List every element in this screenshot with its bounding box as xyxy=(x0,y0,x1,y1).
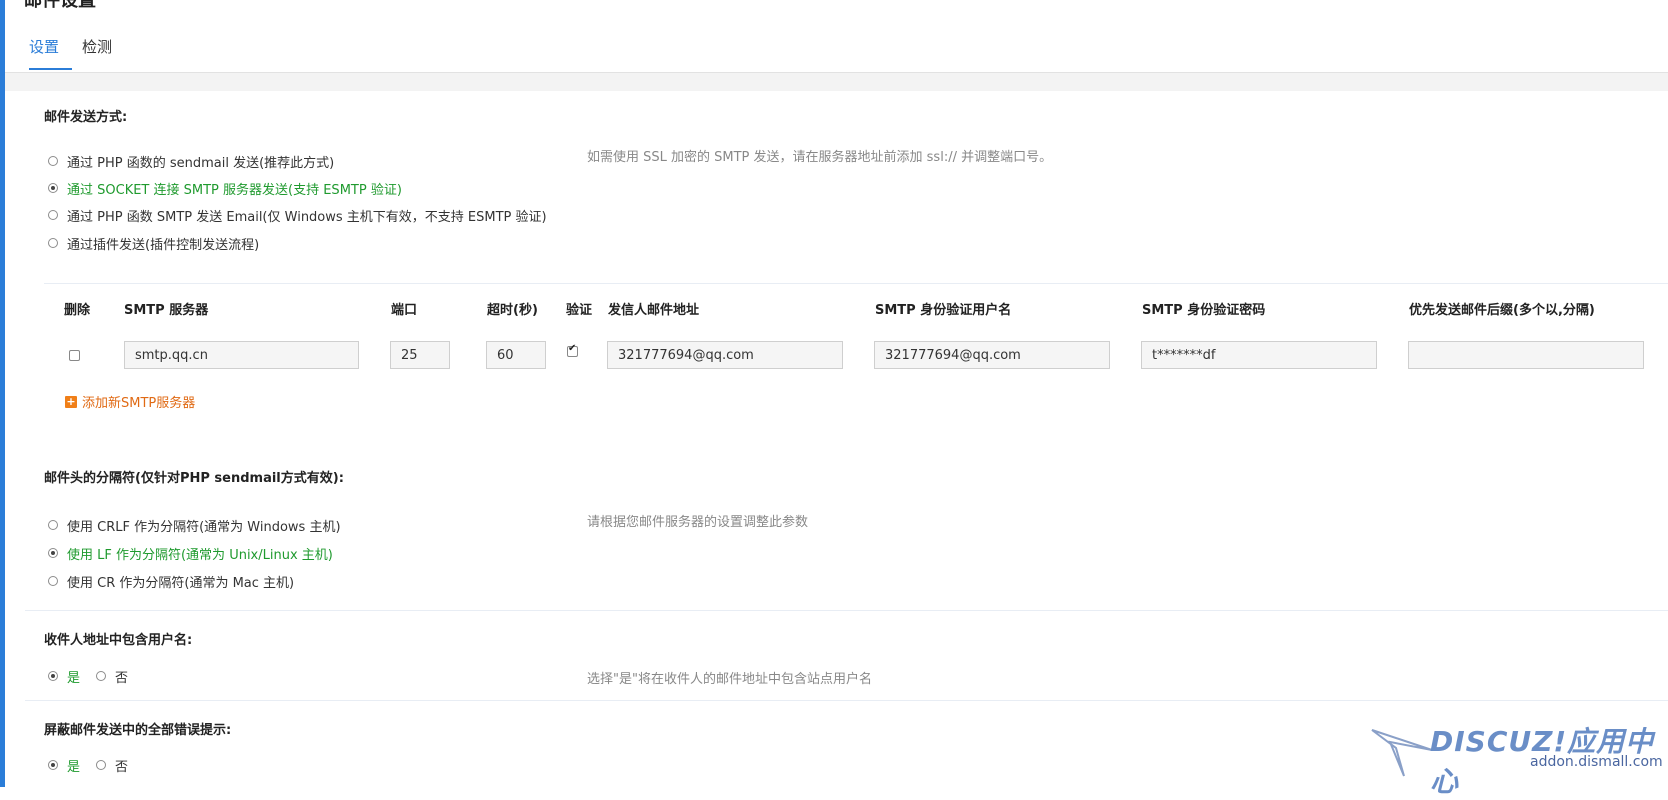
send-method-option-socket[interactable]: 通过 SOCKET 连接 SMTP 服务器发送(支持 ESMTP 验证) xyxy=(48,178,402,198)
priority-suffix-input[interactable] xyxy=(1408,341,1644,369)
header-auth: 验证 xyxy=(566,303,593,318)
no-radio[interactable] xyxy=(96,760,107,770)
option-label: 通过 PHP 函数的 sendmail 发送(推荐此方式) xyxy=(67,155,335,171)
header-timeout: 超时(秒) xyxy=(487,303,538,318)
plus-icon: + xyxy=(65,394,77,408)
radio-button[interactable] xyxy=(48,156,58,166)
yes-label: 是 xyxy=(67,670,81,686)
header-auth-password: SMTP 身份验证密码 xyxy=(1142,303,1266,318)
send-method-option-sendmail[interactable]: 通过 PHP 函数的 sendmail 发送(推荐此方式) xyxy=(48,151,334,171)
delete-checkbox[interactable] xyxy=(69,350,80,361)
table-divider xyxy=(44,283,1668,284)
no-radio[interactable] xyxy=(96,671,107,681)
hide-errors-title: 屏蔽邮件发送中的全部错误提示: xyxy=(44,723,232,738)
send-method-title: 邮件发送方式: xyxy=(44,110,128,125)
tab-settings[interactable]: 设置 xyxy=(29,36,59,57)
page-title: 邮件设置 xyxy=(24,0,96,11)
header-auth-username: SMTP 身份验证用户名 xyxy=(875,303,1012,318)
no-label: 否 xyxy=(115,759,129,775)
divider-strip xyxy=(5,73,1668,91)
add-smtp-server-link[interactable]: + 添加新SMTP服务器 xyxy=(65,392,195,411)
separator-hint: 请根据您邮件服务器的设置调整此参数 xyxy=(587,515,809,530)
auth-checkbox[interactable] xyxy=(567,343,578,357)
tab-bar: 设置 检测 xyxy=(5,0,1668,73)
section-divider xyxy=(25,610,1668,611)
no-label: 否 xyxy=(115,670,129,686)
section-divider xyxy=(25,700,1668,701)
option-label: 通过插件发送(插件控制发送流程) xyxy=(67,237,260,253)
radio-button[interactable] xyxy=(48,238,58,248)
include-username-hint: 选择"是"将在收件人的邮件地址中包含站点用户名 xyxy=(587,672,872,687)
include-username-options: 是 否 xyxy=(48,667,129,686)
separator-option-cr[interactable]: 使用 CR 作为分隔符(通常为 Mac 主机) xyxy=(48,571,294,591)
smtp-server-input[interactable] xyxy=(124,341,359,369)
separator-title: 邮件头的分隔符(仅针对PHP sendmail方式有效): xyxy=(44,471,344,486)
include-username-title: 收件人地址中包含用户名: xyxy=(44,633,193,648)
separator-option-lf[interactable]: 使用 LF 作为分隔符(通常为 Unix/Linux 主机) xyxy=(48,543,333,563)
from-address-input[interactable] xyxy=(607,341,843,369)
radio-button[interactable] xyxy=(48,576,58,586)
header-delete: 删除 xyxy=(64,303,91,318)
header-priority-suffix: 优先发送邮件后缀(多个以,分隔) xyxy=(1409,303,1595,318)
yes-radio[interactable] xyxy=(48,671,58,681)
active-tab-indicator xyxy=(29,68,72,70)
left-accent-bar xyxy=(0,0,5,787)
option-label: 使用 LF 作为分隔符(通常为 Unix/Linux 主机) xyxy=(67,547,333,563)
send-method-option-php-smtp[interactable]: 通过 PHP 函数 SMTP 发送 Email(仅 Windows 主机下有效，… xyxy=(48,205,547,225)
header-port: 端口 xyxy=(391,303,418,318)
option-label: 使用 CRLF 作为分隔符(通常为 Windows 主机) xyxy=(67,519,341,535)
watermark-url: addon.dismall.com xyxy=(1530,754,1663,770)
header-smtp-server: SMTP 服务器 xyxy=(124,303,209,318)
send-method-hint: 如需使用 SSL 加密的 SMTP 发送，请在服务器地址前添加 ssl:// 并… xyxy=(587,150,1053,165)
option-label: 通过 SOCKET 连接 SMTP 服务器发送(支持 ESMTP 验证) xyxy=(67,182,402,198)
add-smtp-server-label: 添加新SMTP服务器 xyxy=(82,396,196,411)
timeout-input[interactable] xyxy=(486,341,546,369)
yes-radio[interactable] xyxy=(48,760,58,770)
tab-check[interactable]: 检测 xyxy=(82,36,112,57)
radio-button[interactable] xyxy=(48,183,58,193)
hide-errors-options: 是 否 xyxy=(48,756,129,775)
send-method-option-plugin[interactable]: 通过插件发送(插件控制发送流程) xyxy=(48,233,259,253)
radio-button[interactable] xyxy=(48,210,58,220)
auth-username-input[interactable] xyxy=(874,341,1110,369)
auth-password-input[interactable] xyxy=(1141,341,1377,369)
option-label: 通过 PHP 函数 SMTP 发送 Email(仅 Windows 主机下有效，… xyxy=(67,209,547,225)
separator-option-crlf[interactable]: 使用 CRLF 作为分隔符(通常为 Windows 主机) xyxy=(48,515,341,535)
port-input[interactable] xyxy=(390,341,450,369)
radio-button[interactable] xyxy=(48,520,58,530)
option-label: 使用 CR 作为分隔符(通常为 Mac 主机) xyxy=(67,575,295,591)
yes-label: 是 xyxy=(67,759,81,775)
header-from-address: 发信人邮件地址 xyxy=(608,303,700,318)
radio-button[interactable] xyxy=(48,548,58,558)
